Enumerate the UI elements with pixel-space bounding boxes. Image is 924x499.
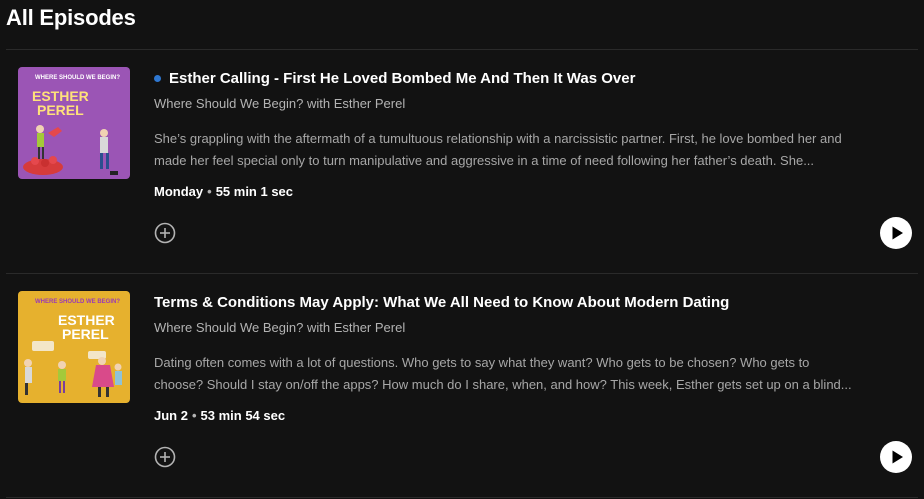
plus-circle-icon — [154, 222, 176, 244]
episode-duration: 53 min 54 sec — [200, 408, 286, 423]
meta-separator: • — [191, 408, 197, 423]
cover-art: WHERE SHOULD WE BEGIN? ESTHER PEREL — [18, 291, 130, 403]
show-name[interactable]: Where Should We Begin? with Esther Perel — [154, 96, 405, 111]
episode-date: Monday — [154, 184, 204, 199]
description-line: choose? Should I stay on/off the apps? H… — [154, 377, 852, 392]
episode-description: She’s grappling with the aftermath of a … — [154, 128, 908, 172]
episode-title-text: Esther Calling - First He Loved Bombed M… — [169, 70, 636, 87]
description-line: She’s grappling with the aftermath of a … — [154, 131, 842, 146]
play-icon — [892, 450, 903, 464]
add-to-library-button[interactable] — [154, 446, 176, 468]
new-episode-dot — [154, 75, 161, 82]
cover-kicker: WHERE SHOULD WE BEGIN? — [35, 299, 120, 305]
show-name[interactable]: Where Should We Begin? with Esther Perel — [154, 320, 405, 335]
cover-kicker: WHERE SHOULD WE BEGIN? — [35, 75, 120, 81]
episode-description: Dating often comes with a lot of questio… — [154, 352, 908, 396]
episode-meta: Jun 2 • 53 min 54 sec — [154, 408, 285, 423]
section-title: All Episodes — [6, 5, 136, 30]
episode-title[interactable]: Terms & Conditions May Apply: What We Al… — [154, 294, 908, 311]
play-button[interactable] — [880, 441, 912, 473]
meta-separator: • — [207, 184, 212, 199]
divider — [6, 497, 918, 498]
play-button[interactable] — [880, 217, 912, 249]
add-to-library-button[interactable] — [154, 222, 176, 244]
cover-name2: PEREL — [62, 326, 109, 342]
episode-row[interactable]: WHERE SHOULD WE BEGIN? ESTHER PEREL — [6, 50, 918, 273]
episode-cover[interactable]: WHERE SHOULD WE BEGIN? ESTHER PEREL — [18, 291, 130, 403]
episode-cover[interactable]: WHERE SHOULD WE BEGIN? ESTHER PEREL — [18, 67, 130, 179]
episode-title[interactable]: Esther Calling - First He Loved Bombed M… — [154, 70, 908, 87]
description-line: Dating often comes with a lot of questio… — [154, 355, 810, 370]
cover-name2: PEREL — [37, 102, 84, 118]
episode-date: Jun 2 — [154, 408, 188, 423]
play-icon — [892, 226, 903, 240]
plus-circle-icon — [154, 446, 176, 468]
episode-row[interactable]: WHERE SHOULD WE BEGIN? ESTHER PEREL — [6, 274, 918, 497]
description-line: made her feel special only to turn manip… — [154, 153, 815, 168]
episode-duration: 55 min 1 sec — [215, 184, 294, 199]
episode-meta: Monday • 55 min 1 sec — [154, 184, 293, 199]
episode-title-text: Terms & Conditions May Apply: What We Al… — [154, 294, 730, 311]
cover-art: WHERE SHOULD WE BEGIN? ESTHER PEREL — [18, 67, 130, 179]
